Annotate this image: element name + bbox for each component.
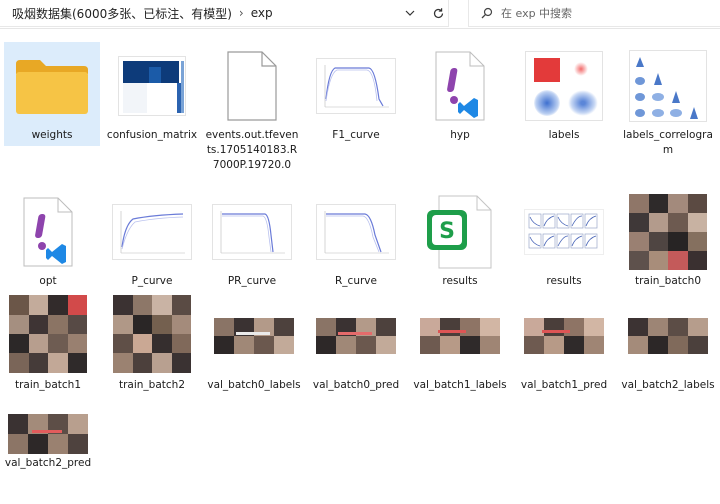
file-name: train_batch2 xyxy=(118,379,185,391)
image-thumbnail xyxy=(206,296,302,376)
document-icon xyxy=(204,46,300,126)
file-name: train_batch1 xyxy=(14,379,81,391)
refresh-button[interactable] xyxy=(428,4,448,22)
image-thumbnail xyxy=(516,192,612,272)
yaml-file-icon xyxy=(0,192,96,272)
file-name: R_curve xyxy=(335,275,377,287)
file-name: F1_curve xyxy=(332,129,380,141)
image-thumbnail xyxy=(104,294,200,374)
file-name: results xyxy=(546,275,582,287)
image-thumbnail xyxy=(620,296,716,376)
file-item[interactable]: F1_curve xyxy=(308,42,404,146)
file-item[interactable]: S results xyxy=(412,188,508,292)
breadcrumb-folder[interactable]: 吸烟数据集(6000多张、已标注、有模型) xyxy=(0,5,236,22)
file-name: val_batch1_pred xyxy=(520,379,608,391)
image-thumbnail xyxy=(308,192,404,272)
file-name: val_batch0_labels xyxy=(207,379,301,391)
image-thumbnail xyxy=(204,192,300,272)
folder-icon xyxy=(4,46,100,126)
image-thumbnail xyxy=(104,46,200,126)
file-item[interactable]: val_batch2_labels xyxy=(620,292,716,412)
file-item[interactable]: labels_correlogram xyxy=(620,42,716,162)
search-box[interactable] xyxy=(468,0,720,27)
file-item[interactable]: PR_curve xyxy=(204,188,300,292)
file-item[interactable]: val_batch1_labels xyxy=(412,292,508,412)
file-name: P_curve xyxy=(131,275,173,287)
file-item[interactable]: hyp xyxy=(412,42,508,146)
file-item[interactable]: val_batch0_labels xyxy=(206,292,302,412)
yaml-file-icon xyxy=(412,46,508,126)
image-thumbnail xyxy=(308,296,404,376)
image-thumbnail xyxy=(620,192,716,272)
image-thumbnail xyxy=(308,46,404,126)
image-thumbnail xyxy=(104,192,200,272)
image-thumbnail xyxy=(516,46,612,126)
address-history-button[interactable] xyxy=(400,4,420,22)
breadcrumb-current[interactable]: exp xyxy=(247,6,277,20)
file-item[interactable]: train_batch1 xyxy=(0,292,96,396)
file-name: val_batch0_pred xyxy=(312,379,400,391)
file-item[interactable]: opt xyxy=(0,188,96,292)
file-item[interactable]: P_curve xyxy=(104,188,200,292)
file-name: labels xyxy=(548,129,580,141)
file-item[interactable]: R_curve xyxy=(308,188,404,292)
image-thumbnail xyxy=(516,296,612,376)
file-name: events.out.tfevents.1705140183.R7000P.19… xyxy=(205,129,299,171)
file-item[interactable]: labels xyxy=(516,42,612,146)
chevron-right-icon: › xyxy=(238,6,244,20)
file-name: val_batch1_labels xyxy=(413,379,507,391)
file-name: results xyxy=(442,275,478,287)
file-name: opt xyxy=(39,275,57,287)
file-item[interactable]: val_batch1_pred xyxy=(516,292,612,412)
search-input[interactable] xyxy=(499,5,703,21)
file-name: labels_correlogram xyxy=(623,129,713,156)
file-name: hyp xyxy=(450,129,470,141)
file-item[interactable]: val_batch2_pred xyxy=(0,394,96,504)
search-icon xyxy=(481,7,493,19)
file-name: PR_curve xyxy=(227,275,277,287)
file-item[interactable]: val_batch0_pred xyxy=(308,292,404,412)
spreadsheet-icon: S xyxy=(412,192,508,272)
image-thumbnail xyxy=(0,294,96,374)
refresh-icon xyxy=(433,7,443,18)
file-item[interactable]: events.out.tfevents.1705140183.R7000P.19… xyxy=(204,42,300,192)
file-name: val_batch2_pred xyxy=(4,457,92,469)
image-thumbnail xyxy=(620,46,716,126)
svg-text:S: S xyxy=(439,219,455,244)
file-name: val_batch2_labels xyxy=(621,379,715,391)
file-item[interactable]: results xyxy=(516,188,612,292)
file-item[interactable]: train_batch2 xyxy=(104,292,200,396)
file-item[interactable]: weights xyxy=(4,42,100,146)
file-name: train_batch0 xyxy=(634,275,701,287)
file-name: weights xyxy=(31,129,73,141)
breadcrumb[interactable]: 吸烟数据集(6000多张、已标注、有模型) › exp xyxy=(0,0,449,27)
image-thumbnail xyxy=(412,296,508,376)
address-bar: 吸烟数据集(6000多张、已标注、有模型) › exp xyxy=(0,0,720,29)
file-name: confusion_matrix xyxy=(106,129,198,141)
chevron-down-icon xyxy=(405,10,415,16)
file-item[interactable]: train_batch0 xyxy=(620,188,716,292)
file-item[interactable]: confusion_matrix xyxy=(104,42,200,162)
